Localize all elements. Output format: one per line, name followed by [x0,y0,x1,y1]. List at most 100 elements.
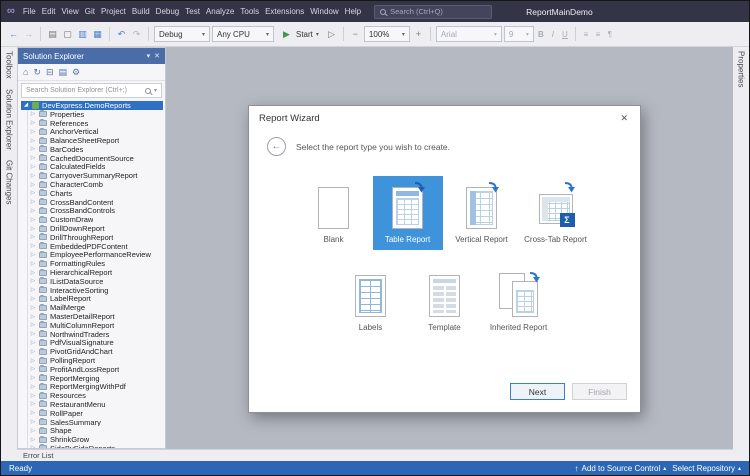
report-type-table-selected[interactable]: Table Report [373,176,443,250]
chevron-collapsed-icon[interactable]: ▷ [30,296,36,302]
quick-search-input[interactable]: Search (Ctrl+Q) [374,5,492,19]
formatting-marks-icon[interactable]: ¶ [605,30,615,39]
configuration-dropdown[interactable]: Debug ▾ [154,26,210,42]
zoom-in-icon[interactable]: + [412,30,425,39]
chevron-collapsed-icon[interactable]: ▷ [30,393,36,399]
chevron-collapsed-icon[interactable]: ▷ [30,129,36,135]
chevron-collapsed-icon[interactable]: ▷ [30,190,36,196]
tree-item[interactable]: ▷ EmbeddedPDFContent [28,242,165,251]
tree-item[interactable]: ▷ HierarchicalReport [28,268,165,277]
chevron-collapsed-icon[interactable]: ▷ [30,305,36,311]
tree-item[interactable]: ▷ CustomDraw [28,215,165,224]
chevron-collapsed-icon[interactable]: ▷ [30,437,36,443]
chevron-collapsed-icon[interactable]: ▷ [30,173,36,179]
tree-item[interactable]: ▷ RollPaper [28,409,165,418]
chevron-collapsed-icon[interactable]: ▷ [30,164,36,170]
menu-item[interactable]: Help [342,7,364,16]
report-type-labels[interactable]: Labels [336,264,406,338]
chevron-collapsed-icon[interactable]: ▷ [30,358,36,364]
chevron-collapsed-icon[interactable]: ▷ [30,419,36,425]
chevron-collapsed-icon[interactable]: ▷ [30,428,36,434]
report-type-cross-tab[interactable]: Σ Cross-Tab Report [521,176,591,250]
tree-item[interactable]: ▷ PollingReport [28,356,165,365]
underline-icon[interactable]: U [560,30,570,39]
tree-item[interactable]: ▷ DrillDownReport [28,224,165,233]
tree-item[interactable]: ▷ BarCodes [28,145,165,154]
menu-item[interactable]: Git [82,7,98,16]
tree-item[interactable]: ▷ ReportMergingWithPdf [28,383,165,392]
tree-item[interactable]: ▷ CarryoverSummaryReport [28,171,165,180]
menu-item[interactable]: Project [98,7,129,16]
start-debugging-button[interactable]: ▶ Start ▾ [276,26,323,42]
tree-item[interactable]: ▷ CachedDocumentSource [28,154,165,163]
add-to-source-control-button[interactable]: ↑ Add to Source Control ▴ [575,464,667,473]
menu-item[interactable]: Edit [39,7,59,16]
chevron-collapsed-icon[interactable]: ▷ [30,270,36,276]
tree-item[interactable]: ▷ AnchorVertical [28,127,165,136]
tree-item[interactable]: ▷ RestaurantMenu [28,400,165,409]
tree-item[interactable]: ▷ PdfVisualSignature [28,339,165,348]
font-size-dropdown[interactable]: 9 ▾ [504,26,534,42]
tree-item[interactable]: ▷ MasterDetailReport [28,312,165,321]
chevron-collapsed-icon[interactable]: ▷ [30,199,36,205]
chevron-collapsed-icon[interactable]: ▷ [30,182,36,188]
tree-item[interactable]: ▷ CalculatedFields [28,163,165,172]
select-repository-button[interactable]: Select Repository ▴ [672,464,741,473]
tree-item[interactable]: ▷ SalesSummary [28,418,165,427]
redo-icon[interactable]: ↷ [130,30,143,39]
chevron-collapsed-icon[interactable]: ▷ [30,322,36,328]
chevron-collapsed-icon[interactable]: ▷ [30,226,36,232]
next-button[interactable]: Next [510,383,565,400]
tree-item[interactable]: ▷ Resources [28,391,165,400]
chevron-collapsed-icon[interactable]: ▷ [30,401,36,407]
tree-item[interactable]: ▷ CharacterComb [28,180,165,189]
chevron-collapsed-icon[interactable]: ▷ [30,410,36,416]
chevron-expanded-icon[interactable]: ◢ [23,102,29,108]
save-all-icon[interactable]: ▦ [91,30,104,39]
chevron-collapsed-icon[interactable]: ▷ [30,120,36,126]
chevron-collapsed-icon[interactable]: ▷ [30,261,36,267]
side-tab[interactable]: Git Changes [5,160,14,204]
window-options-icon[interactable]: ▾ [147,52,151,60]
tree-item[interactable]: ▷ Charts [28,189,165,198]
open-file-icon[interactable]: ▢ [61,30,74,39]
tree-item-project-root[interactable]: ◢ DevExpress.DemoReports [21,101,163,110]
collapse-all-icon[interactable]: ⊟ [46,68,54,77]
chevron-collapsed-icon[interactable]: ▷ [30,234,36,240]
tree-item[interactable]: ▷ PivotGridAndChart [28,347,165,356]
tree-item[interactable]: ▷ MultiColumnReport [28,321,165,330]
tree-item[interactable]: ▷ LabelReport [28,295,165,304]
close-icon[interactable]: ✕ [618,113,630,124]
report-type-inherited[interactable]: Inherited Report [484,264,554,338]
menu-item[interactable]: Build [129,7,153,16]
menu-item[interactable]: Window [307,7,341,16]
navigate-back-icon[interactable]: ← [7,30,20,39]
side-tab[interactable]: Properties [737,51,746,87]
side-tab[interactable]: Solution Explorer [5,89,14,150]
tree-item[interactable]: ▷ ShrinkGrow [28,435,165,444]
chevron-collapsed-icon[interactable]: ▷ [30,314,36,320]
start-without-debugging-icon[interactable]: ▷ [325,30,338,39]
tree-item[interactable]: ▷ MailMerge [28,303,165,312]
chevron-collapsed-icon[interactable]: ▷ [30,243,36,249]
save-icon[interactable]: ▥ [76,30,89,39]
solution-explorer-header[interactable]: Solution Explorer ▾ ✕ [18,48,165,64]
report-type-blank[interactable]: Blank [299,176,369,250]
error-list-bar[interactable]: Error List [17,449,733,461]
zoom-out-icon[interactable]: − [349,30,362,39]
chevron-collapsed-icon[interactable]: ▷ [30,217,36,223]
menu-item[interactable]: Analyze [203,7,237,16]
settings-gear-icon[interactable]: ⚙ [72,68,80,77]
tree-item[interactable]: ▷ DrillThroughReport [28,233,165,242]
menu-item[interactable]: File [20,7,39,16]
chevron-collapsed-icon[interactable]: ▷ [30,287,36,293]
align-left-icon[interactable]: ≡ [581,30,591,39]
report-type-vertical[interactable]: Vertical Report [447,176,517,250]
zoom-dropdown[interactable]: 100% ▾ [364,26,410,42]
font-name-dropdown[interactable]: Arial ▾ [436,26,502,42]
tree-item[interactable]: ▷ NorthwindTraders [28,330,165,339]
bold-icon[interactable]: B [536,30,546,39]
platform-dropdown[interactable]: Any CPU ▾ [212,26,274,42]
chevron-collapsed-icon[interactable]: ▷ [30,252,36,258]
chevron-collapsed-icon[interactable]: ▷ [30,138,36,144]
